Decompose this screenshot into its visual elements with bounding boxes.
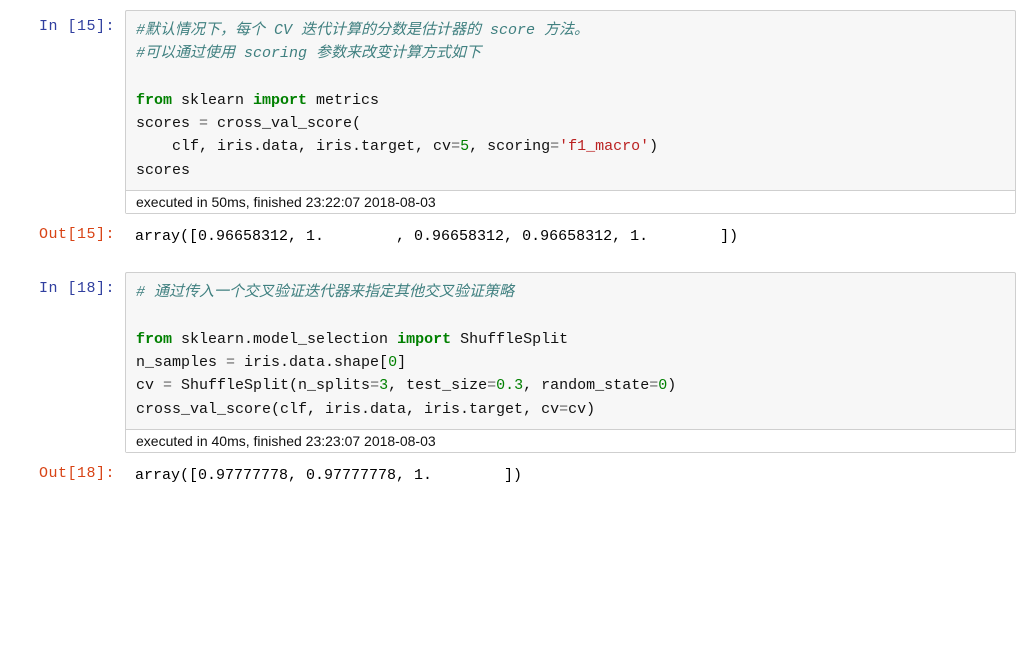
comment: # 通过传入一个交叉验证迭代器来指定其他交叉验证策略 <box>136 284 514 301</box>
code-text: cross_val_score( <box>208 115 361 132</box>
op-eq: = <box>649 377 658 394</box>
op-eq: = <box>550 138 559 155</box>
code-text: ) <box>649 138 658 155</box>
kw-from: from <box>136 331 172 348</box>
op-eq: = <box>487 377 496 394</box>
comment: #默认情况下，每个 CV 迭代计算的分数是估计器的 score 方法。 <box>136 22 589 39</box>
op-eq: = <box>451 138 460 155</box>
code-text: , test_size <box>388 377 487 394</box>
kw-import: import <box>397 331 451 348</box>
number: 0 <box>658 377 667 394</box>
number: 0 <box>388 354 397 371</box>
in-prompt-18: In [18]: <box>5 272 125 453</box>
out-prompt-18: Out[18]: <box>5 457 125 496</box>
input-cell-18: In [18]: # 通过传入一个交叉验证迭代器来指定其他交叉验证策略 from… <box>5 272 1016 453</box>
comment: #可以通过使用 scoring 参数来改变计算方式如下 <box>136 45 481 62</box>
op-eq: = <box>199 115 208 132</box>
output-cell-18: Out[18]: array([0.97777778, 0.97777778, … <box>5 457 1016 496</box>
output-area-15: array([0.96658312, 1. , 0.96658312, 0.96… <box>125 218 1016 257</box>
kw-from: from <box>136 92 172 109</box>
code-text: iris.data.shape[ <box>235 354 388 371</box>
code-text: ShuffleSplit(n_splits <box>172 377 370 394</box>
module-name: metrics <box>307 92 379 109</box>
code-area-18[interactable]: # 通过传入一个交叉验证迭代器来指定其他交叉验证策略 from sklearn.… <box>126 273 1015 429</box>
code-area-15[interactable]: #默认情况下，每个 CV 迭代计算的分数是估计器的 score 方法。 #可以通… <box>126 11 1015 190</box>
code-text: clf, iris.data, iris.target, cv <box>136 138 451 155</box>
input-area-15[interactable]: #默认情况下，每个 CV 迭代计算的分数是估计器的 score 方法。 #可以通… <box>125 10 1016 214</box>
number: 3 <box>379 377 388 394</box>
op-eq: = <box>559 401 568 418</box>
code-text: scores <box>136 115 199 132</box>
code-text: , random_state <box>523 377 649 394</box>
kw-import: import <box>253 92 307 109</box>
code-text: cross_val_score(clf, iris.data, iris.tar… <box>136 401 559 418</box>
out-prompt-15: Out[15]: <box>5 218 125 257</box>
number: 0.3 <box>496 377 523 394</box>
code-text: ] <box>397 354 406 371</box>
code-text: ) <box>667 377 676 394</box>
output-area-18: array([0.97777778, 0.97777778, 1. ]) <box>125 457 1016 496</box>
code-text: cv <box>136 377 163 394</box>
code-text: scores <box>136 162 190 179</box>
op-eq: = <box>163 377 172 394</box>
in-prompt-15: In [15]: <box>5 10 125 214</box>
input-area-18[interactable]: # 通过传入一个交叉验证迭代器来指定其他交叉验证策略 from sklearn.… <box>125 272 1016 453</box>
input-cell-15: In [15]: #默认情况下，每个 CV 迭代计算的分数是估计器的 score… <box>5 10 1016 214</box>
code-text: n_samples <box>136 354 226 371</box>
op-eq: = <box>370 377 379 394</box>
number: 5 <box>460 138 469 155</box>
cell-gap <box>5 260 1016 272</box>
exec-time-18: executed in 40ms, finished 23:23:07 2018… <box>126 429 1015 452</box>
module-name: sklearn.model_selection <box>172 331 397 348</box>
module-name: sklearn <box>172 92 253 109</box>
exec-time-15: executed in 50ms, finished 23:22:07 2018… <box>126 190 1015 213</box>
code-text: , scoring <box>469 138 550 155</box>
code-text: cv) <box>568 401 595 418</box>
module-name: ShuffleSplit <box>451 331 568 348</box>
op-eq: = <box>226 354 235 371</box>
string: 'f1_macro' <box>559 138 649 155</box>
output-cell-15: Out[15]: array([0.96658312, 1. , 0.96658… <box>5 218 1016 257</box>
